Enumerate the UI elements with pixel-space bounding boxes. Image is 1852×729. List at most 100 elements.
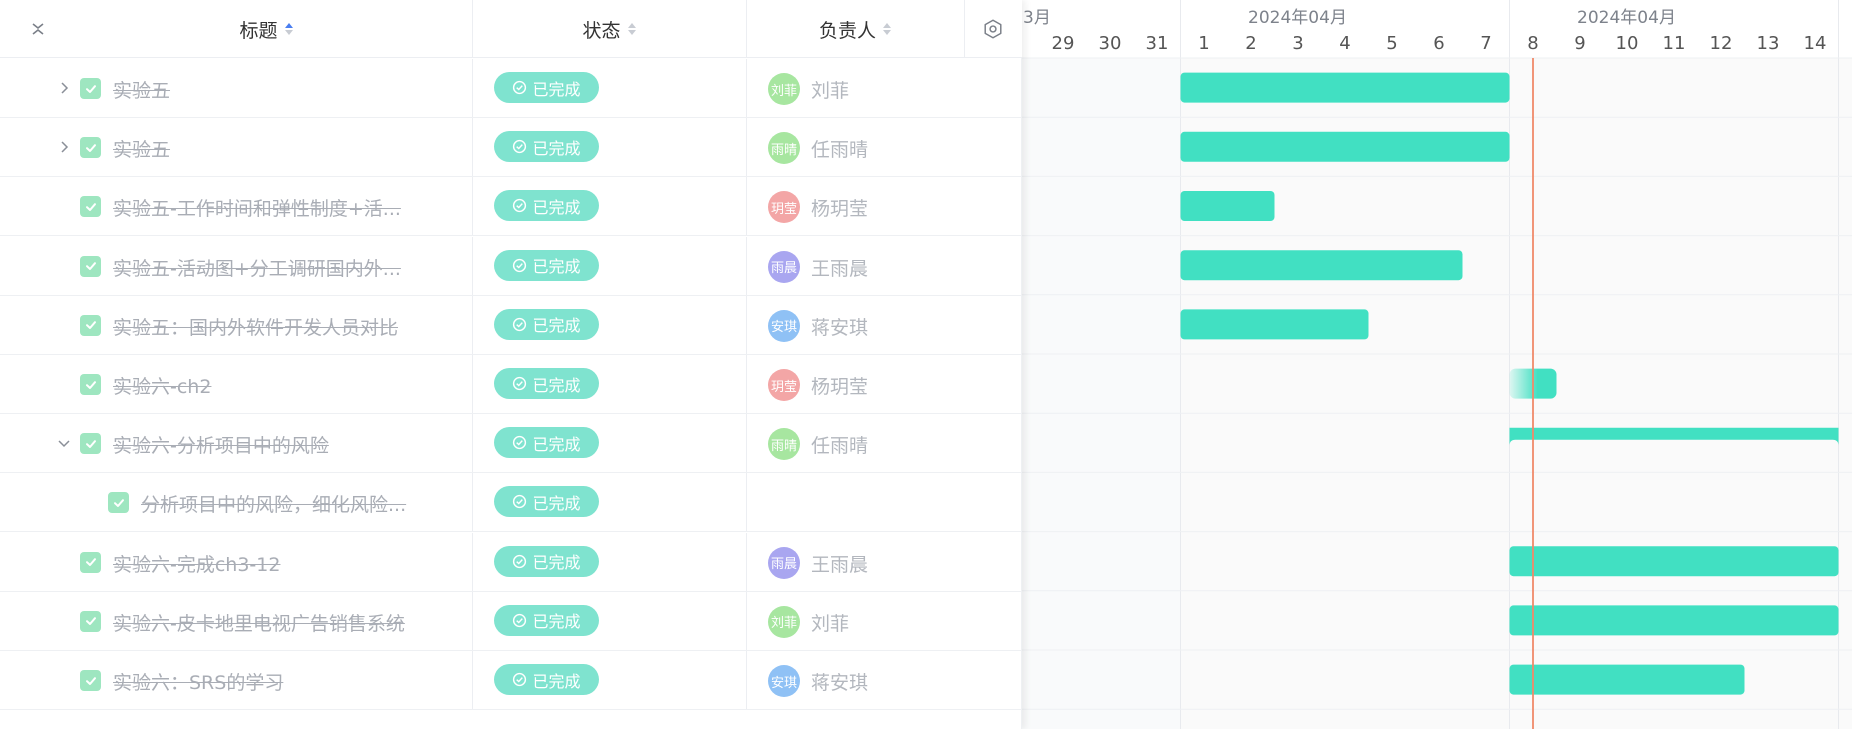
column-divider — [472, 473, 473, 532]
column-divider — [746, 295, 747, 354]
status-badge[interactable]: 已完成 — [494, 249, 599, 281]
gantt-bar[interactable] — [1509, 605, 1839, 636]
task-checkbox[interactable] — [80, 374, 101, 395]
sort-icon[interactable] — [627, 23, 636, 35]
gantt-canvas: 3月 2024年04月 2024年04月29 30 31 1 2 3 4 5 6 7 8 9 10 11 12 1… — [1022, 0, 1852, 729]
column-header-title[interactable]: 标题 — [60, 0, 472, 58]
owner-name[interactable]: 杨玥莹 — [811, 372, 868, 399]
table-row[interactable]: 实验五-工作时间和弹性制度+活... 已完成 玥莹 杨玥莹 — [0, 177, 1022, 237]
gantt-bar[interactable] — [1509, 546, 1839, 577]
sort-icon[interactable] — [284, 23, 293, 35]
gantt-bar[interactable] — [1509, 664, 1745, 695]
table-row[interactable]: 实验六-ch2 已完成 玥莹 杨玥莹 — [0, 355, 1022, 414]
column-divider — [472, 59, 473, 117]
check-circle-icon — [513, 258, 527, 272]
gantt-bar[interactable] — [1180, 131, 1510, 162]
task-title[interactable]: 实验五-工作时间和弹性制度+活... — [113, 194, 401, 221]
avatar: 安琪 — [768, 309, 800, 342]
check-circle-icon — [513, 554, 527, 568]
month-label: 2024年04月 — [1577, 8, 1676, 28]
expand-row-button[interactable] — [57, 140, 71, 154]
check-circle-icon — [513, 376, 527, 391]
column-divider — [746, 414, 747, 473]
task-checkbox[interactable] — [108, 492, 129, 514]
column-divider — [746, 473, 747, 532]
check-circle-icon — [513, 80, 527, 95]
table-row[interactable]: 实验六-分析项目中的风险 已完成 雨晴 任雨晴 — [0, 414, 1022, 474]
status-badge[interactable]: 已完成 — [494, 72, 599, 103]
task-checkbox[interactable] — [80, 314, 101, 336]
owner-name[interactable]: 任雨晴 — [811, 431, 868, 458]
month-label: 2024年04月 — [1248, 8, 1347, 28]
task-checkbox[interactable] — [80, 551, 101, 573]
owner-name[interactable]: 王雨晨 — [811, 550, 868, 577]
owner-name[interactable]: 任雨晴 — [811, 135, 868, 162]
column-divider — [472, 295, 473, 354]
status-badge[interactable]: 已完成 — [494, 131, 599, 163]
status-badge[interactable]: 已完成 — [494, 427, 599, 459]
owner-name[interactable]: 刘菲 — [811, 76, 849, 103]
column-header-owner[interactable]: 负责人 — [746, 0, 964, 58]
column-owner-label: 负责人 — [818, 19, 876, 42]
check-circle-icon — [513, 140, 527, 154]
gantt-bar[interactable] — [1180, 250, 1463, 281]
column-divider — [472, 118, 473, 177]
table-row[interactable]: 实验六-皮卡地里电视广告销售系统 已完成 刘菲 刘菲 — [0, 591, 1022, 651]
status-badge[interactable]: 已完成 — [494, 308, 599, 340]
owner-name[interactable]: 蒋安琪 — [811, 668, 868, 695]
task-checkbox[interactable] — [80, 610, 101, 632]
table-row[interactable]: 实验六-完成ch3-12 已完成 雨晨 王雨晨 — [0, 532, 1022, 592]
avatar: 玥莹 — [768, 191, 800, 224]
gantt-bar[interactable] — [1180, 191, 1275, 221]
status-badge[interactable]: 已完成 — [494, 664, 599, 695]
expand-row-button[interactable] — [57, 81, 71, 95]
task-title[interactable]: 实验六：SRS的学习 — [113, 668, 283, 695]
status-label: 已完成 — [532, 375, 581, 395]
task-title[interactable]: 实验五：国内外软件开发人员对比 — [113, 313, 398, 340]
column-header-status[interactable]: 状态 — [472, 0, 746, 58]
table-row[interactable]: 实验五 已完成 刘菲 刘菲 — [0, 59, 1022, 118]
collapse-row-button[interactable] — [57, 436, 71, 450]
task-checkbox[interactable] — [80, 137, 101, 159]
task-title[interactable]: 实验六-完成ch3-12 — [113, 550, 280, 577]
task-title[interactable]: 实验六-分析项目中的风险 — [113, 431, 329, 458]
status-badge[interactable]: 已完成 — [494, 190, 599, 222]
task-checkbox[interactable] — [80, 670, 101, 691]
task-title[interactable]: 实验六-皮卡地里电视广告销售系统 — [113, 609, 405, 636]
table-row[interactable]: 实验六：SRS的学习 已完成 安琪 蒋安琪 — [0, 651, 1022, 710]
gantt-bar[interactable] — [1180, 72, 1510, 103]
task-checkbox[interactable] — [80, 255, 101, 277]
owner-name[interactable]: 王雨晨 — [811, 254, 868, 281]
status-badge[interactable]: 已完成 — [494, 486, 599, 518]
table-row[interactable]: 实验五-活动图+分工调研国内外... 已完成 雨晨 王雨晨 — [0, 236, 1022, 296]
status-badge[interactable]: 已完成 — [494, 368, 599, 399]
task-checkbox[interactable] — [80, 196, 101, 218]
owner-name[interactable]: 刘菲 — [811, 609, 849, 636]
column-divider — [746, 236, 747, 295]
column-settings-button[interactable] — [964, 0, 1022, 58]
task-title[interactable]: 实验五-活动图+分工调研国内外... — [113, 254, 401, 281]
gantt-past-shade — [1022, 58, 1181, 729]
column-divider — [746, 118, 747, 177]
owner-name[interactable]: 杨玥莹 — [811, 194, 868, 221]
status-label: 已完成 — [532, 79, 581, 99]
owner-name[interactable]: 蒋安琪 — [811, 313, 868, 340]
task-title[interactable]: 实验五 — [113, 76, 170, 103]
sort-icon[interactable] — [883, 23, 891, 35]
task-title[interactable]: 实验六-ch2 — [113, 372, 211, 399]
task-title[interactable]: 实验五 — [113, 135, 170, 162]
day-label: 10 — [1616, 33, 1639, 54]
collapse-all-button[interactable] — [22, 0, 54, 58]
table-row[interactable]: 实验五：国内外软件开发人员对比 已完成 安琪 蒋安琪 — [0, 295, 1022, 355]
table-row[interactable]: 实验五 已完成 雨晴 任雨晴 — [0, 118, 1022, 178]
status-badge[interactable]: 已完成 — [494, 545, 599, 577]
column-divider — [472, 532, 473, 591]
task-title[interactable]: 分析项目中的风险，细化风险... — [141, 490, 406, 517]
task-checkbox[interactable] — [80, 433, 101, 455]
gantt-bar[interactable] — [1180, 309, 1369, 340]
table-row[interactable]: 分析项目中的风险，细化风险... 已完成 — [0, 473, 1022, 533]
column-divider — [746, 177, 747, 236]
task-checkbox[interactable] — [80, 78, 101, 99]
status-badge[interactable]: 已完成 — [494, 604, 599, 636]
day-label: 30 — [1099, 33, 1122, 54]
